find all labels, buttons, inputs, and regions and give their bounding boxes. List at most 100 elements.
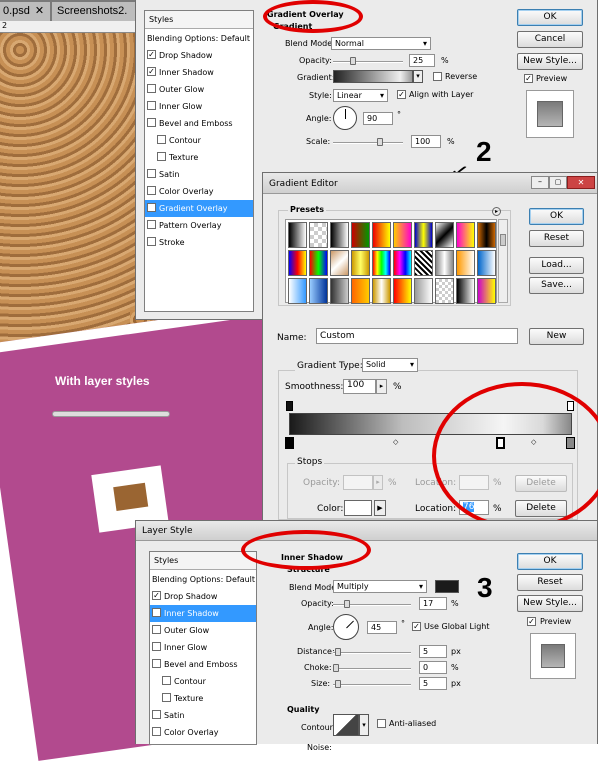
unchecked-checkbox[interactable] [157,152,166,161]
opacity-slider-thumb[interactable] [350,57,356,65]
scale-slider-thumb[interactable] [377,138,383,146]
reverse-checkbox[interactable] [433,72,442,81]
unchecked-checkbox[interactable] [152,727,161,736]
reset-button[interactable]: Reset [517,574,583,591]
name-field[interactable]: Custom [316,328,518,344]
minimize-button[interactable]: – [531,176,549,189]
preview-checkbox[interactable]: ✓ [524,74,533,83]
tab-screenshots[interactable]: Screenshots2. [52,2,135,21]
preset-swatch[interactable] [477,250,496,276]
preset-swatch[interactable] [393,222,412,248]
preset-swatch[interactable] [288,278,307,304]
smoothness-stepper[interactable]: ▸ [376,379,387,394]
size-slider[interactable] [333,684,411,686]
save-button[interactable]: Save... [529,277,584,294]
style-list-item[interactable]: Pattern Overlay [145,217,253,234]
smoothness-field[interactable]: 100 [343,379,376,394]
style-list-item[interactable]: Bevel and Emboss [150,656,256,673]
gradient-swatch[interactable] [333,70,413,83]
preset-swatch[interactable] [393,250,412,276]
stop-color-swatch[interactable] [344,500,372,516]
unchecked-checkbox[interactable] [152,710,161,719]
unchecked-checkbox[interactable] [157,135,166,144]
style-list-item[interactable]: Inner Glow [150,639,256,656]
opacity-slider-thumb[interactable] [344,600,350,608]
ok-button[interactable]: OK [517,9,583,26]
choke-slider[interactable] [333,668,411,670]
close-button[interactable]: ✕ [567,176,595,189]
preset-swatch[interactable] [330,250,349,276]
style-list-item[interactable]: Satin [145,166,253,183]
preset-swatch[interactable] [435,222,454,248]
unchecked-checkbox[interactable] [147,84,156,93]
unchecked-checkbox[interactable] [147,169,156,178]
preset-swatch[interactable] [414,250,433,276]
size-slider-thumb[interactable] [335,680,341,688]
checked-checkbox[interactable]: ✓ [152,591,161,600]
anti-aliased-checkbox[interactable] [377,719,386,728]
stop-color-menu-icon[interactable]: ▶ [374,500,386,516]
align-with-layer-checkbox[interactable]: ✓ [397,90,406,99]
preset-swatch[interactable] [372,278,391,304]
preset-swatch[interactable] [351,278,370,304]
preset-swatch[interactable] [330,222,349,248]
unchecked-checkbox[interactable] [147,101,156,110]
ok-button[interactable]: OK [529,208,584,225]
style-list-item[interactable]: ✓ Drop Shadow [150,588,256,605]
choke-slider-thumb[interactable] [333,664,339,672]
load-button[interactable]: Load... [529,257,584,274]
style-list-item[interactable]: Stroke [145,234,253,251]
angle-dial[interactable] [333,614,359,640]
angle-field[interactable]: 45 [367,621,397,634]
shadow-color-swatch[interactable] [435,580,459,593]
scale-field[interactable]: 100 [411,135,441,148]
preset-swatch[interactable] [393,278,412,304]
preset-swatch[interactable] [288,250,307,276]
style-list-item[interactable]: Outer Glow [150,622,256,639]
style-list-item[interactable]: Contour [145,132,253,149]
style-list-item[interactable]: Outer Glow [145,81,253,98]
opacity-field[interactable]: 17 [419,597,447,610]
preset-swatch[interactable] [330,278,349,304]
preset-swatch[interactable] [351,222,370,248]
unchecked-checkbox[interactable] [147,237,156,246]
color-stop-left[interactable] [285,437,294,449]
preset-swatch[interactable] [456,250,475,276]
style-list-item[interactable]: Contour [150,673,256,690]
opacity-slider[interactable] [333,61,403,63]
contour-picker[interactable] [333,714,359,736]
checked-checkbox[interactable]: ✓ [147,67,156,76]
style-list-item[interactable]: Inner Glow [145,98,253,115]
unchecked-checkbox[interactable] [147,220,156,229]
presets-scrollbar[interactable] [498,219,508,303]
style-list-item[interactable]: Satin [150,707,256,724]
use-global-light-checkbox[interactable]: ✓ [412,622,421,631]
style-list-item[interactable]: Color Overlay [145,183,253,200]
opacity-field[interactable]: 25 [409,54,435,67]
preset-swatch[interactable] [477,278,496,304]
preset-swatch[interactable] [309,278,328,304]
style-list-item[interactable]: ✓ Drop Shadow [145,47,253,64]
unchecked-checkbox[interactable] [152,625,161,634]
unchecked-checkbox[interactable] [152,642,161,651]
stop-opacity-stepper[interactable]: ▸ [373,475,383,490]
preset-swatch[interactable] [435,278,454,304]
style-list-item[interactable]: Blending Options: Default [145,30,253,47]
opacity-stop-left[interactable] [286,401,293,411]
stop-opacity-field[interactable] [343,475,373,490]
blend-mode-select[interactable]: Multiply [333,580,427,593]
style-list-item[interactable]: Texture [145,149,253,166]
style-list-item[interactable]: Texture [150,690,256,707]
preset-swatch[interactable] [456,278,475,304]
preset-swatch[interactable] [372,222,391,248]
distance-slider[interactable] [333,652,411,654]
distance-slider-thumb[interactable] [335,648,341,656]
preset-swatch[interactable] [477,222,496,248]
checked-checkbox[interactable]: ✓ [152,608,161,617]
preset-swatch[interactable] [435,250,454,276]
preset-swatch[interactable] [351,250,370,276]
unchecked-checkbox[interactable] [147,118,156,127]
preset-swatch[interactable] [414,278,433,304]
style-list-item[interactable]: Bevel and Emboss [145,115,253,132]
unchecked-checkbox[interactable] [162,676,171,685]
